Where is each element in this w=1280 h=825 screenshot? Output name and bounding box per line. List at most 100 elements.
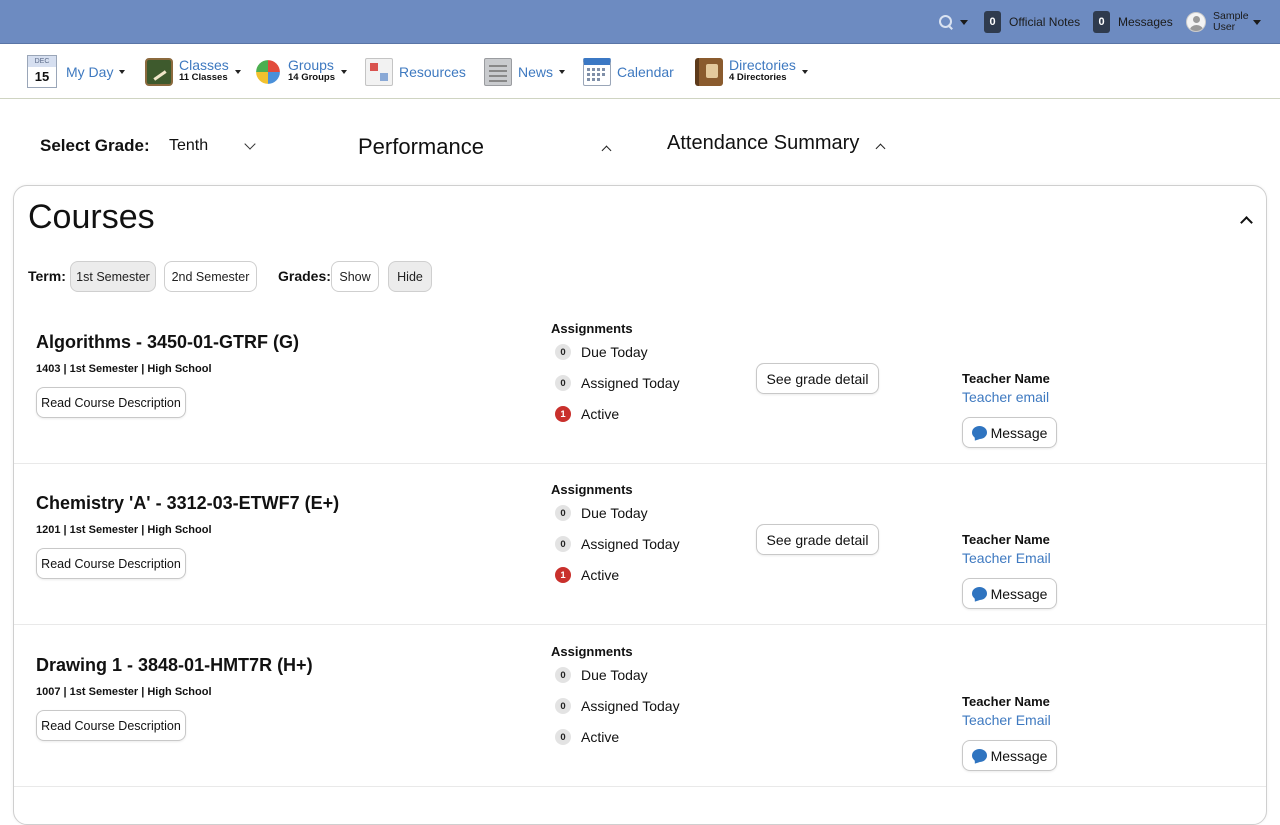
chevron-down-icon[interactable] [341,69,347,74]
chalkboard-icon [145,57,173,86]
user-name[interactable]: Sample User [1213,11,1249,33]
courses-panel: Courses Term: 1st Semester 2nd Semester … [13,185,1267,825]
due-today-count: 0 [555,344,571,360]
course-meta: 1007 | 1st Semester | High School [36,686,212,698]
assigned-today-label: Assigned Today [581,536,680,552]
message-button[interactable]: Message [962,578,1057,609]
term-label: Term: [28,268,66,284]
nav-news[interactable]: News [484,44,566,99]
chat-bubble-icon [971,426,987,439]
newspaper-icon [484,57,512,86]
avatar[interactable] [1186,12,1206,32]
attendance-summary-toggle[interactable]: Attendance Summary [667,132,859,155]
nav-classes-label[interactable]: Classes [179,58,229,72]
nav-calendar[interactable]: Calendar [583,44,674,99]
course-meta: 1403 | 1st Semester | High School [36,363,212,375]
nav-calendar-label[interactable]: Calendar [617,64,674,80]
active-count: 0 [555,729,571,745]
assigned-today-row: 0 Assigned Today [555,375,680,391]
calendar-day: 15 [34,69,50,84]
teacher-name: Teacher Name [962,371,1050,386]
search-menu[interactable] [938,0,968,44]
read-course-description-button[interactable]: Read Course Description [36,548,186,579]
groups-icon [256,59,280,84]
due-today-row: 0 Due Today [555,505,648,521]
assignments-heading: Assignments [551,482,633,497]
nav-classes-count: 11 Classes [179,72,228,83]
user-menu[interactable]: Sample User [1186,0,1261,44]
chevron-up-icon[interactable] [601,145,612,156]
read-course-description-button[interactable]: Read Course Description [36,710,186,741]
chevron-down-icon[interactable] [960,19,968,25]
active-label: Active [581,567,620,583]
teacher-name: Teacher Name [962,532,1050,547]
nav-resources-label[interactable]: Resources [399,64,466,80]
teacher-email-link[interactable]: Teacher Email [962,712,1051,728]
due-today-label: Due Today [581,344,648,360]
nav-resources[interactable]: Resources [365,44,466,99]
grade-select[interactable]: Tenth [169,137,208,155]
due-today-row: 0 Due Today [555,344,648,360]
see-grade-detail-button[interactable]: See grade detail [756,363,879,394]
course-row: Drawing 1 - 3848-01-HMT7R (H+) 1007 | 1s… [14,625,1266,787]
grades-hide-button[interactable]: Hide [388,261,432,292]
read-course-description-button[interactable]: Read Course Description [36,387,186,418]
see-grade-detail-button[interactable]: See grade detail [756,524,879,555]
assigned-today-label: Assigned Today [581,698,680,714]
chat-bubble-icon [971,587,987,600]
assigned-today-count: 0 [555,375,571,391]
calendar-date-icon: DEC 15 [27,55,57,88]
chevron-down-icon[interactable] [244,138,256,150]
address-book-icon [695,57,723,86]
official-notes-link[interactable]: 0 Official Notes [984,0,1080,44]
chevron-down-icon[interactable] [1253,19,1261,25]
nav-directories[interactable]: Directories 4 Directories [695,44,808,99]
messages-label[interactable]: Messages [1118,15,1173,29]
due-today-count: 0 [555,505,571,521]
teacher-email-link[interactable]: Teacher Email [962,550,1051,566]
collapse-icon[interactable] [1240,216,1253,229]
assigned-today-row: 0 Assigned Today [555,698,680,714]
messages-link[interactable]: 0 Messages [1093,0,1173,44]
chevron-down-icon[interactable] [801,69,808,74]
grades-label: Grades: [278,268,331,284]
assigned-today-row: 0 Assigned Today [555,536,680,552]
message-button-label: Message [990,585,1048,602]
nav-groups-count: 14 Groups [288,72,335,83]
nav-directories-label[interactable]: Directories [729,58,796,72]
official-notes-count-badge: 0 [984,11,1001,33]
nav-my-day-label[interactable]: My Day [66,64,113,80]
nav-groups-label[interactable]: Groups [288,58,335,72]
chevron-down-icon[interactable] [119,69,126,74]
chevron-down-icon[interactable] [559,69,566,74]
message-button[interactable]: Message [962,740,1057,771]
due-today-label: Due Today [581,667,648,683]
assigned-today-count: 0 [555,536,571,552]
nav-classes[interactable]: Classes 11 Classes [145,44,241,99]
term-2nd-semester-button[interactable]: 2nd Semester [164,261,257,292]
official-notes-label[interactable]: Official Notes [1009,15,1080,29]
assignments-heading: Assignments [551,644,633,659]
active-label: Active [581,729,620,745]
course-name: Chemistry 'A' - 3312-03-ETWF7 (E+) [36,493,340,513]
nav-groups[interactable]: Groups 14 Groups [254,44,347,99]
calendar-icon [583,57,611,86]
term-1st-semester-button[interactable]: 1st Semester [70,261,156,292]
course-meta: 1201 | 1st Semester | High School [36,524,212,536]
search-icon[interactable] [938,14,954,30]
grades-show-button[interactable]: Show [331,261,379,292]
performance-toggle[interactable]: Performance [358,134,484,160]
nav-my-day[interactable]: DEC 15 My Day [27,44,126,99]
teacher-email-link[interactable]: Teacher email [962,389,1049,405]
message-button[interactable]: Message [962,417,1057,448]
course-row: Chemistry 'A' - 3312-03-ETWF7 (E+) 1201 … [14,463,1266,625]
assignments-heading: Assignments [551,321,633,336]
chevron-up-icon[interactable] [875,143,886,154]
due-today-row: 0 Due Today [555,667,648,683]
nav-news-label[interactable]: News [518,64,553,80]
active-row: 1 Active [555,406,619,422]
course-name: Drawing 1 - 3848-01-HMT7R (H+) [36,655,313,675]
chevron-down-icon[interactable] [234,69,241,74]
active-row: 1 Active [555,567,619,583]
active-count: 1 [555,406,571,422]
